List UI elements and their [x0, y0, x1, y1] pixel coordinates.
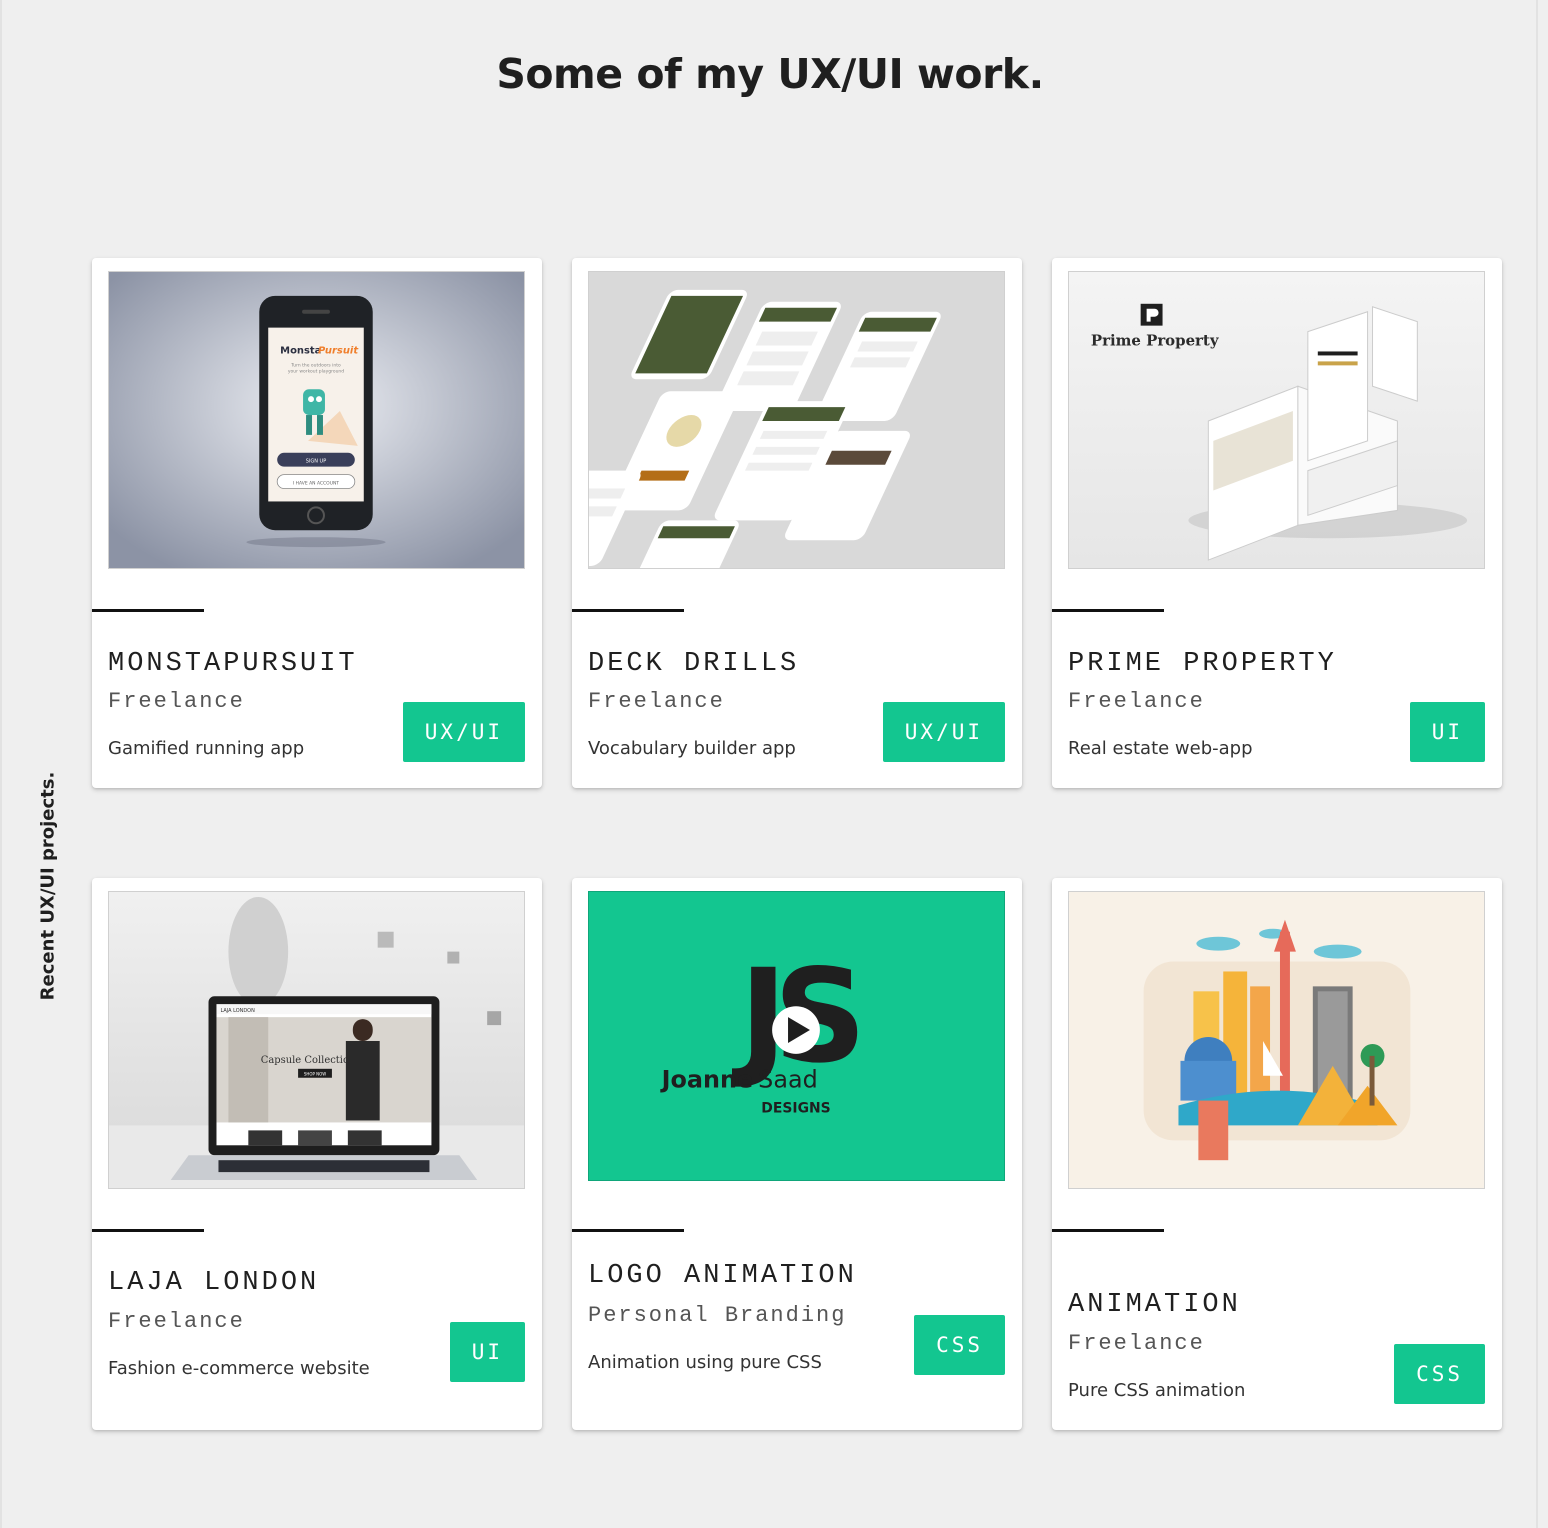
svg-text:Saad: Saad [758, 1066, 818, 1094]
project-description: Gamified running app [108, 738, 305, 759]
project-card-prime-property[interactable]: Prime Property PRIME PROPERTY Freelance … [1052, 258, 1502, 788]
project-thumbnail[interactable]: Prime Property [1068, 271, 1485, 569]
project-thumbnail[interactable]: LAJA LONDON Capsule Collection SHOP NOW [108, 891, 525, 1189]
page-frame-right [1536, 0, 1538, 1528]
project-description: Real estate web-app [1068, 738, 1253, 759]
project-role: Freelance [1068, 689, 1205, 714]
project-title: LAJA LONDON [108, 1268, 320, 1298]
svg-text:Monsta: Monsta [280, 345, 321, 356]
project-title: LOGO ANIMATION [588, 1261, 857, 1291]
project-role: Personal Branding [588, 1303, 847, 1328]
project-tag-button[interactable]: CSS [1394, 1344, 1485, 1404]
project-tag-button[interactable]: UI [449, 1322, 525, 1382]
project-title: MONSTAPURSUIT [108, 649, 358, 679]
project-role: Freelance [108, 1309, 245, 1334]
project-description: Pure CSS animation [1068, 1380, 1246, 1401]
project-thumbnail[interactable]: Monsta Pursuit Turn the outdoors into yo… [108, 271, 525, 569]
accent-divider [92, 609, 204, 612]
project-role: Freelance [588, 689, 725, 714]
project-role: Freelance [108, 689, 245, 714]
project-tag-button[interactable]: UX/UI [402, 702, 525, 762]
svg-text:Pursuit: Pursuit [318, 345, 359, 356]
play-icon[interactable] [772, 1006, 820, 1054]
project-thumbnail[interactable] [588, 271, 1005, 569]
accent-divider [1052, 609, 1164, 612]
project-card-animation[interactable]: ANIMATION Freelance Pure CSS animation C… [1052, 878, 1502, 1430]
svg-text:Turn the outdoors into: Turn the outdoors into [290, 362, 341, 368]
project-card-deck-drills[interactable]: DECK DRILLS Freelance Vocabulary builder… [572, 258, 1022, 788]
project-card-laja-london[interactable]: LAJA LONDON Capsule Collection SHOP NOW … [92, 878, 542, 1430]
svg-text:Capsule Collection: Capsule Collection [261, 1055, 356, 1066]
svg-text:LAJA LONDON: LAJA LONDON [220, 1008, 255, 1014]
page-title: Some of my UX/UI work. [496, 50, 1044, 98]
accent-divider [572, 609, 684, 612]
svg-text:SIGN UP: SIGN UP [306, 459, 326, 465]
project-card-logo-animation[interactable]: JS Joanne Saad DESIGNS LOGO ANIMATION Pe… [572, 878, 1022, 1430]
project-tag-button[interactable]: UI [1409, 702, 1485, 762]
project-card-monstapursuit[interactable]: Monsta Pursuit Turn the outdoors into yo… [92, 258, 542, 788]
svg-text:your workout playground: your workout playground [288, 368, 344, 374]
project-title: PRIME PROPERTY [1068, 649, 1337, 679]
project-tag-button[interactable]: CSS [914, 1315, 1005, 1375]
project-thumbnail[interactable] [1068, 891, 1485, 1189]
svg-text:DESIGNS: DESIGNS [761, 1100, 830, 1116]
project-description: Animation using pure CSS [588, 1352, 822, 1373]
svg-text:SHOP NOW: SHOP NOW [304, 1071, 326, 1076]
project-description: Vocabulary builder app [588, 738, 796, 759]
project-title: ANIMATION [1068, 1290, 1241, 1320]
page-frame-left [0, 0, 2, 1528]
project-description: Fashion e-commerce website [108, 1358, 370, 1379]
side-label: Recent UX/UI projects. [37, 771, 59, 1001]
project-tag-button[interactable]: UX/UI [882, 702, 1005, 762]
project-thumbnail-video[interactable]: JS Joanne Saad DESIGNS [588, 891, 1005, 1181]
accent-divider [572, 1229, 684, 1232]
accent-divider [1052, 1229, 1164, 1232]
accent-divider [92, 1229, 204, 1232]
svg-text:I HAVE AN ACCOUNT: I HAVE AN ACCOUNT [293, 481, 339, 487]
project-title: DECK DRILLS [588, 649, 800, 679]
project-role: Freelance [1068, 1331, 1205, 1356]
svg-text:Joanne: Joanne [660, 1066, 754, 1094]
svg-text:Prime Property: Prime Property [1091, 332, 1220, 350]
